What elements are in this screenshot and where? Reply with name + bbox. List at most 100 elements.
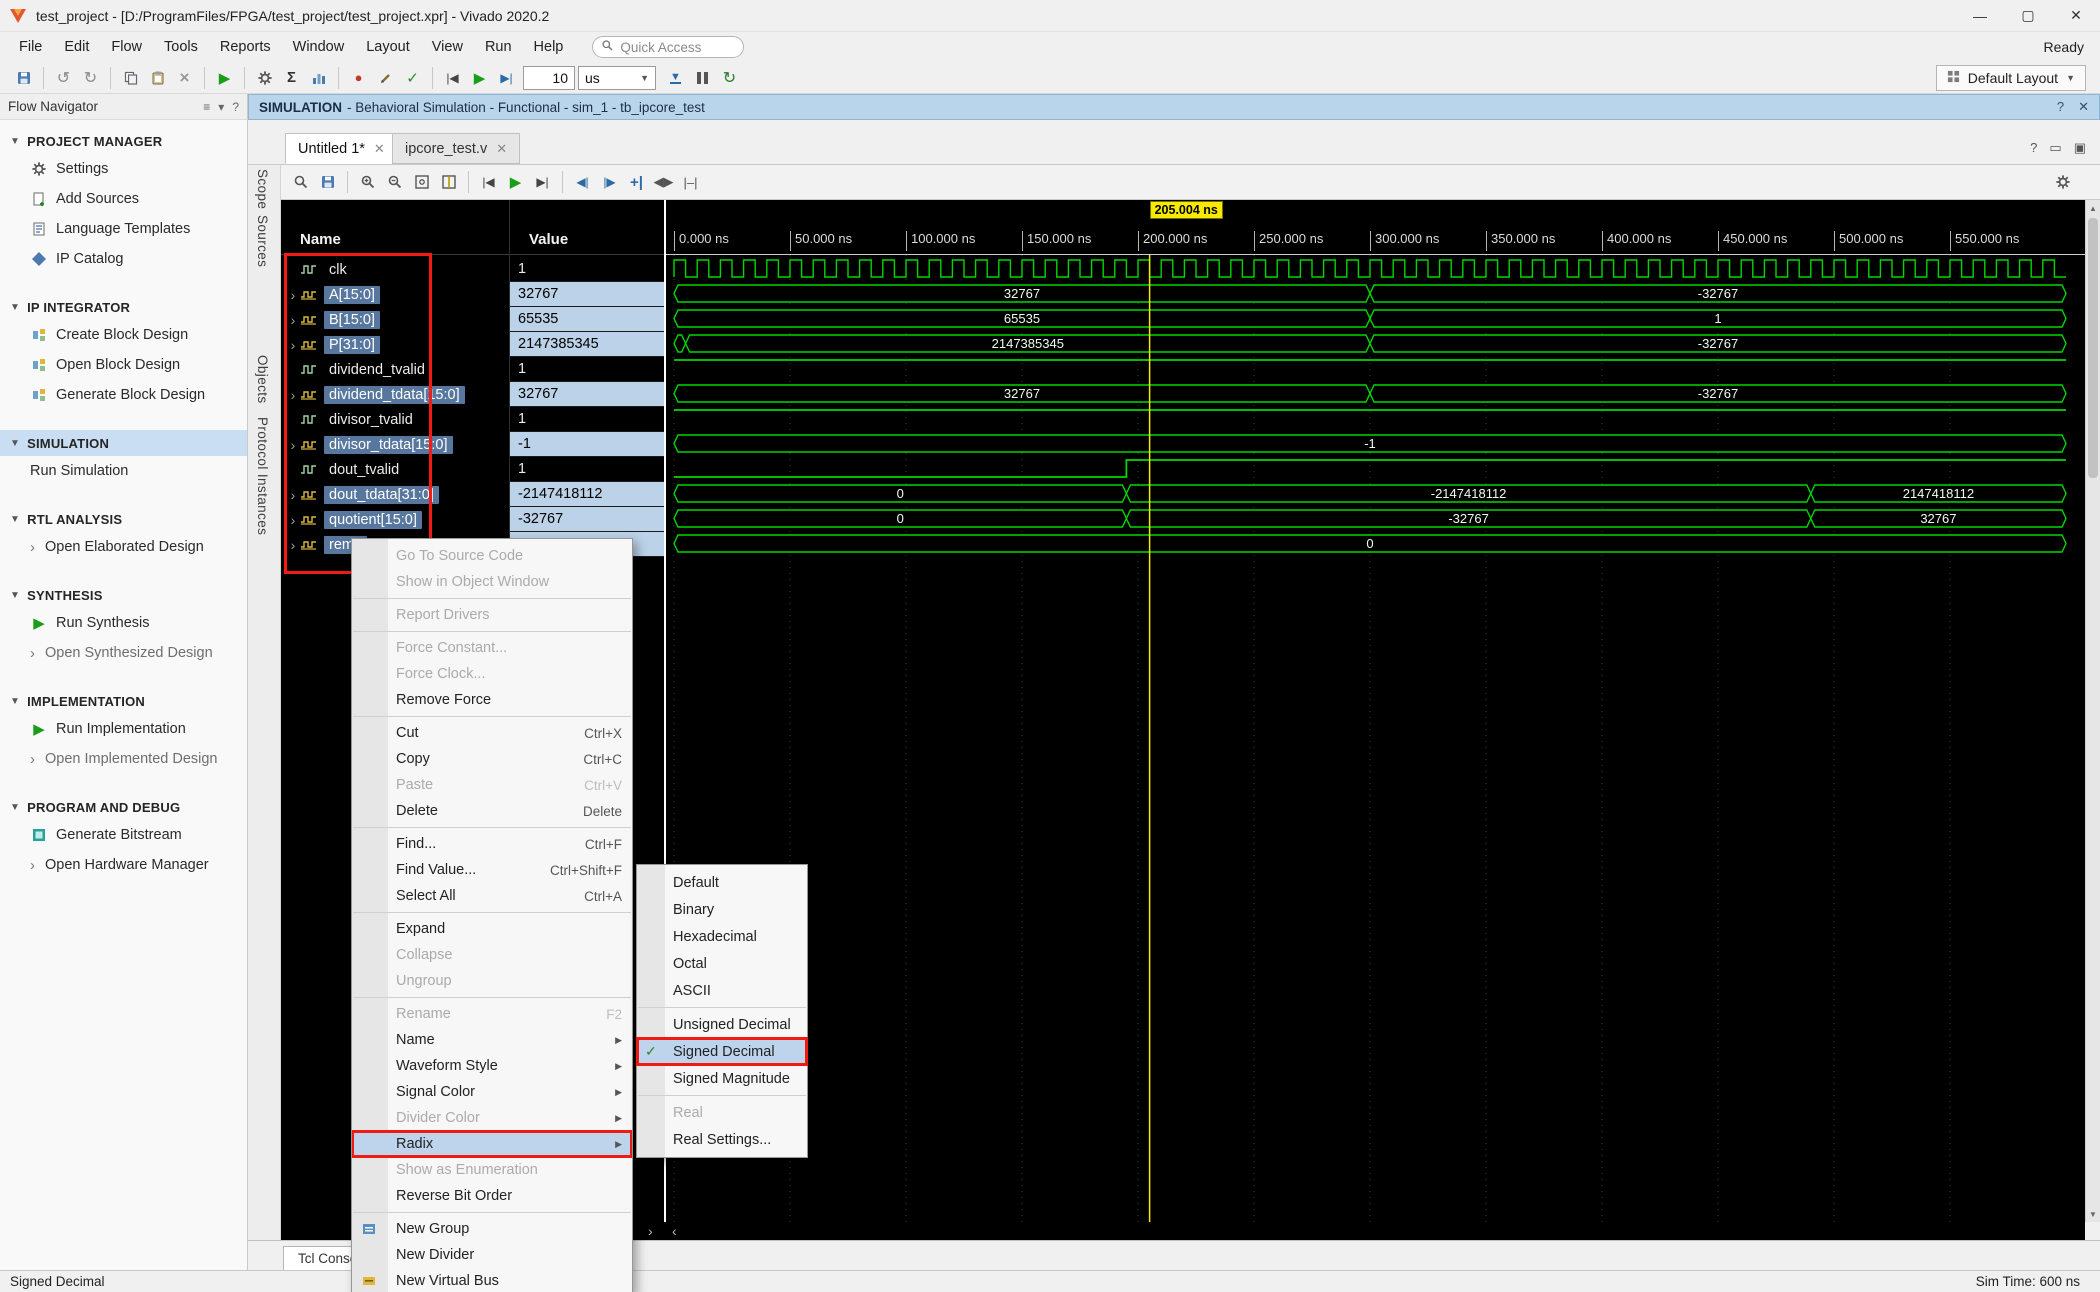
scrollbar-thumb[interactable] (2088, 218, 2098, 478)
flow-section-header-program-and-debug[interactable]: ▼PROGRAM AND DEBUG (0, 794, 247, 820)
menu-item-radix[interactable]: Radix▶ (352, 1131, 632, 1157)
flow-item-generate-bitstream[interactable]: Generate Bitstream (0, 820, 247, 850)
expand-icon[interactable]: › (286, 512, 300, 528)
minimize-button[interactable]: — (1956, 0, 2004, 32)
menu-edit[interactable]: Edit (53, 35, 100, 59)
radix-option-default[interactable]: Default (637, 869, 807, 896)
signal-row-dividend-tvalid[interactable]: dividend_tvalid (281, 357, 509, 382)
signal-row-divisor-tdata-15-0[interactable]: ›divisor_tdata[15:0] (281, 432, 509, 457)
side-tab-scope[interactable]: Scope (255, 169, 270, 209)
menu-item-remove-force[interactable]: Remove Force (352, 687, 632, 713)
expand-icon[interactable]: › (286, 287, 300, 303)
menu-layout[interactable]: Layout (355, 35, 421, 59)
copy-icon[interactable] (117, 65, 144, 91)
quick-access-search[interactable]: Quick Access (592, 36, 744, 58)
run-for-icon[interactable]: ▼ (662, 65, 689, 91)
expand-icon[interactable]: › (286, 312, 300, 328)
radix-option-binary[interactable]: Binary (637, 896, 807, 923)
restart-sim-icon[interactable]: |◀ (439, 65, 466, 91)
help-icon[interactable]: ? (2030, 140, 2037, 156)
side-tab-objects[interactable]: Objects (255, 355, 270, 404)
close-panel-icon[interactable]: ✕ (2078, 99, 2089, 115)
signal-row-b-15-0[interactable]: ›B[15:0] (281, 307, 509, 332)
menu-reports[interactable]: Reports (209, 35, 282, 59)
menu-item-expand[interactable]: Expand (352, 916, 632, 942)
flow-section-header-simulation[interactable]: ▼SIMULATION (0, 430, 247, 456)
delete-icon[interactable]: × (171, 65, 198, 91)
menu-item-signal-color[interactable]: Signal Color▶ (352, 1079, 632, 1105)
snap-icon[interactable]: |–| (677, 169, 704, 195)
flow-item-open-hardware-manager[interactable]: ›Open Hardware Manager (0, 850, 247, 880)
menu-flow[interactable]: Flow (100, 35, 153, 59)
flow-item-generate-block-design[interactable]: Generate Block Design (0, 380, 247, 410)
float-window-icon[interactable]: ▭ (2049, 140, 2061, 156)
paste-icon[interactable] (144, 65, 171, 91)
zoom-to-cursor-icon[interactable] (435, 169, 462, 195)
go-last-icon[interactable]: ▶| (529, 169, 556, 195)
signal-row-divisor-tvalid[interactable]: divisor_tvalid (281, 407, 509, 432)
layout-select[interactable]: Default Layout ▼ (1936, 65, 2086, 91)
menu-item-new-virtual-bus[interactable]: New Virtual Bus (352, 1268, 632, 1292)
radix-option-ascii[interactable]: ASCII (637, 977, 807, 1004)
save-waveform-icon[interactable] (314, 169, 341, 195)
close-button[interactable]: ✕ (2052, 0, 2100, 32)
flow-item-open-implemented-design[interactable]: ›Open Implemented Design (0, 744, 247, 774)
waveform-settings-icon[interactable] (2049, 169, 2076, 195)
menu-item-select-all[interactable]: Select AllCtrl+A (352, 883, 632, 909)
collapse-left-icon[interactable]: › (648, 1222, 653, 1240)
maximize-button[interactable]: ▢ (2004, 0, 2052, 32)
menu-item-new-divider[interactable]: New Divider (352, 1242, 632, 1268)
waveform-canvas-area[interactable]: 32767-327676553512147385345-3276732767-3… (666, 255, 2085, 1222)
radix-option-real-settings[interactable]: Real Settings... (637, 1126, 807, 1153)
play-icon[interactable]: ▶ (502, 169, 529, 195)
flow-section-header-implementation[interactable]: ▼IMPLEMENTATION (0, 688, 247, 714)
next-transition-icon[interactable]: |▶ (596, 169, 623, 195)
menu-view[interactable]: View (421, 35, 474, 59)
tab-untitled[interactable]: Untitled 1* ✕ (285, 133, 398, 164)
signal-row-a-15-0[interactable]: ›A[15:0] (281, 282, 509, 307)
scroll-up-icon[interactable]: ▲ (2086, 200, 2100, 216)
menu-item-cut[interactable]: CutCtrl+X (352, 720, 632, 746)
flow-item-create-block-design[interactable]: Create Block Design (0, 320, 247, 350)
sum-icon[interactable]: Σ (278, 65, 305, 91)
radix-option-signed-magnitude[interactable]: Signed Magnitude (637, 1065, 807, 1092)
flow-item-open-synthesized-design[interactable]: ›Open Synthesized Design (0, 638, 247, 668)
menu-help[interactable]: Help (523, 35, 575, 59)
help-icon[interactable]: ? (232, 100, 239, 114)
menu-item-copy[interactable]: CopyCtrl+C (352, 746, 632, 772)
close-icon[interactable]: ✕ (374, 141, 385, 157)
help-icon[interactable]: ? (2057, 99, 2064, 115)
menu-tools[interactable]: Tools (153, 35, 209, 59)
expand-icon[interactable]: › (286, 487, 300, 503)
maximize-icon[interactable]: ▣ (2074, 140, 2086, 156)
flow-item-run-implementation[interactable]: ▶Run Implementation (0, 714, 247, 744)
collapse-icon[interactable]: ▾ (218, 100, 224, 114)
flow-section-header-synthesis[interactable]: ▼SYNTHESIS (0, 582, 247, 608)
prev-transition-icon[interactable]: ◀| (569, 169, 596, 195)
flow-item-run-synthesis[interactable]: ▶Run Synthesis (0, 608, 247, 638)
signal-row-dout-tdata-31-0[interactable]: ›dout_tdata[31:0] (281, 482, 509, 507)
flow-item-settings[interactable]: Settings (0, 154, 247, 184)
find-icon[interactable] (287, 169, 314, 195)
radix-option-octal[interactable]: Octal (637, 950, 807, 977)
menu-window[interactable]: Window (282, 35, 356, 59)
scroll-down-icon[interactable]: ▼ (2086, 1206, 2100, 1222)
undo-icon[interactable]: ↺ (50, 65, 77, 91)
menu-item-delete[interactable]: DeleteDelete (352, 798, 632, 824)
signal-row-p-31-0[interactable]: ›P[31:0] (281, 332, 509, 357)
signal-row-quotient-15-0[interactable]: ›quotient[15:0] (281, 507, 509, 532)
zoom-out-icon[interactable] (381, 169, 408, 195)
collapse-right-icon[interactable]: ‹ (672, 1222, 677, 1240)
flow-section-header-ip-integrator[interactable]: ▼IP INTEGRATOR (0, 294, 247, 320)
menu-item-find-value[interactable]: Find Value...Ctrl+Shift+F (352, 857, 632, 883)
flow-item-ip-catalog[interactable]: IP Catalog (0, 244, 247, 274)
edit-icon[interactable] (372, 65, 399, 91)
swap-cursor-icon[interactable]: ◀▶ (650, 169, 677, 195)
menu-item-waveform-style[interactable]: Waveform Style▶ (352, 1053, 632, 1079)
menu-item-new-group[interactable]: New Group (352, 1216, 632, 1242)
expand-icon[interactable]: › (286, 387, 300, 403)
menu-item-reverse-bit-order[interactable]: Reverse Bit Order (352, 1183, 632, 1209)
flow-item-run-simulation[interactable]: Run Simulation (0, 456, 247, 486)
flow-item-open-block-design[interactable]: Open Block Design (0, 350, 247, 380)
run-icon[interactable]: ▶ (211, 65, 238, 91)
